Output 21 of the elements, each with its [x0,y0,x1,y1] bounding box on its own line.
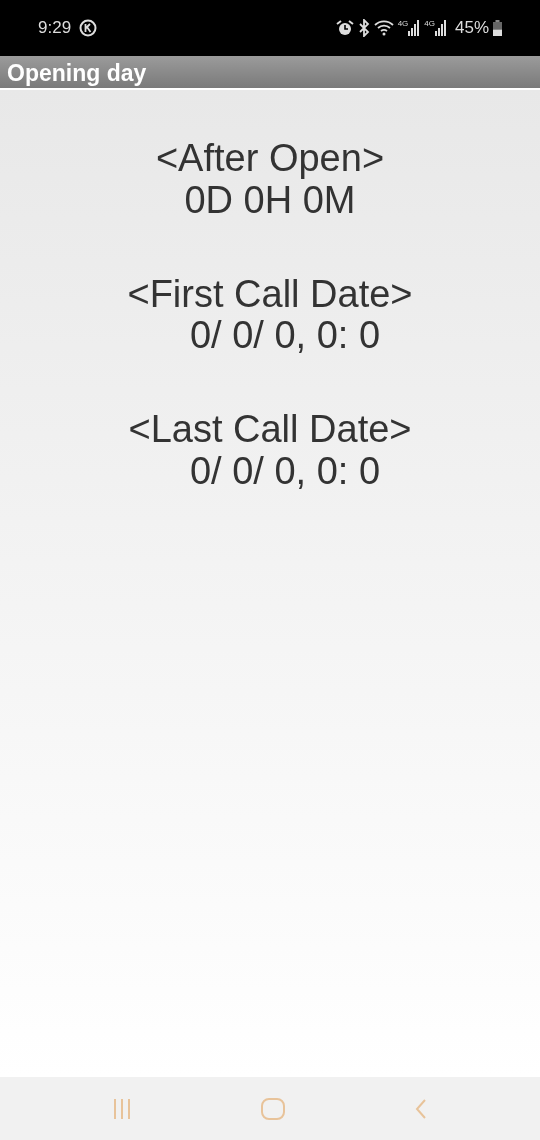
battery-percent: 45% [454,17,489,40]
wifi-icon [373,20,394,36]
clock-time: 9:29 [38,17,72,40]
recent-apps-icon[interactable] [112,1097,132,1120]
alarm-icon [335,19,354,37]
battery-icon [493,20,502,36]
back-icon[interactable] [414,1097,428,1120]
signal-icon [434,20,447,36]
section-value: 0/ 0/ 0, 0: 0 [188,451,381,493]
bluetooth-icon [357,19,370,37]
section-heading: <After Open> [155,138,385,180]
signal-icon [408,20,421,36]
home-icon[interactable] [260,1096,286,1121]
network-label: 4G [424,20,435,28]
app-title: Opening day [0,56,540,90]
section-heading: <First Call Date> [127,273,413,316]
network-label: 4G [397,20,409,28]
section-value: 0/ 0/ 0, 0: 0 [188,315,381,358]
section-heading: <Last Call Date> [128,409,412,451]
k-circle-icon [79,19,98,37]
section-value: 0D 0H 0M [184,179,356,222]
